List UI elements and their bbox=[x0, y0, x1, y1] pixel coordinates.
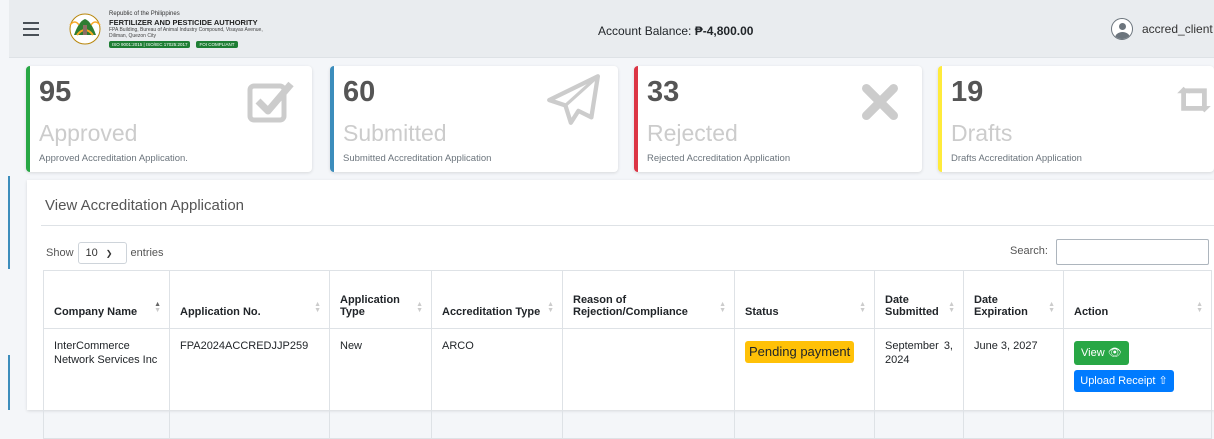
panel-divider bbox=[41, 225, 1214, 226]
chevron-down-icon: ❯ bbox=[105, 248, 113, 258]
col-date-submitted[interactable]: Date Submitted ▲ ▼ bbox=[874, 270, 964, 329]
submitted-label: Submitted bbox=[343, 120, 447, 146]
search-label: Search: bbox=[1010, 245, 1048, 257]
agency-address: FPA Building, Bureau of Animal Industry … bbox=[109, 27, 263, 39]
col-label: Application Type bbox=[340, 294, 400, 318]
col-label: Reason of Rejection/Compliance bbox=[573, 294, 688, 318]
col-date-expiration[interactable]: Date Expiration ▲ ▼ bbox=[963, 270, 1064, 329]
drafts-count: 19 bbox=[951, 76, 984, 108]
cell-status: Pending payment bbox=[734, 328, 875, 439]
eye-icon: 👁 bbox=[1107, 347, 1122, 359]
sort-icon: ▲ ▼ bbox=[1196, 301, 1203, 314]
col-label: Date Expiration bbox=[974, 294, 1028, 318]
upload-icon: ⇧ bbox=[1158, 375, 1168, 387]
account-balance: Account Balance: ₱-4,800.00 bbox=[598, 24, 753, 38]
col-action[interactable]: Action ▲ ▼ bbox=[1063, 270, 1212, 329]
col-label: Application No. bbox=[180, 306, 261, 318]
show-label: Show bbox=[46, 247, 74, 259]
sort-icon: ▲ ▼ bbox=[1048, 301, 1055, 314]
check-square-icon bbox=[247, 81, 294, 123]
rejected-label: Rejected bbox=[647, 120, 738, 146]
sort-icon: ▲ ▼ bbox=[948, 301, 955, 314]
upload-receipt-button[interactable]: Upload Receipt ⇧ bbox=[1074, 370, 1174, 392]
status-badge: Pending payment bbox=[745, 341, 855, 363]
sort-icon: ▲ ▼ bbox=[547, 301, 554, 314]
drafts-desc: Drafts Accreditation Application bbox=[951, 153, 1082, 164]
col-application-no[interactable]: Application No. ▲ ▼ bbox=[169, 270, 330, 329]
table-header-row: Company Name ▲ ▼ Application No. ▲ ▼ Applica… bbox=[43, 270, 1212, 329]
col-label: Accreditation Type bbox=[442, 306, 541, 318]
applications-table: Company Name ▲ ▼ Application No. ▲ ▼ Applica… bbox=[43, 270, 1212, 439]
entries-control: Show 10 ❯ entries bbox=[46, 242, 164, 264]
rejected-desc: Rejected Accreditation Application bbox=[647, 153, 791, 164]
entries-label: entries bbox=[130, 247, 164, 259]
search-input[interactable] bbox=[1056, 239, 1209, 265]
entries-select[interactable]: 10 ❯ bbox=[77, 242, 127, 264]
rejected-count: 33 bbox=[647, 76, 680, 108]
col-label: Status bbox=[745, 306, 779, 318]
submitted-card[interactable]: 60 Submitted Submitted Accreditation App… bbox=[330, 66, 618, 172]
agency-brand: Republic of the Philippines FERTILIZER A… bbox=[109, 11, 269, 48]
menu-icon[interactable] bbox=[23, 22, 39, 36]
view-button[interactable]: View 👁 bbox=[1074, 341, 1129, 365]
rejected-card[interactable]: 33 Rejected Rejected Accreditation Appli… bbox=[634, 66, 922, 172]
approved-card[interactable]: 95 Approved Approved Accreditation Appli… bbox=[26, 66, 312, 172]
cell-app-no: FPA2024ACCREDJJP259 bbox=[169, 328, 330, 439]
approved-count: 95 bbox=[39, 76, 72, 108]
col-label: Company Name bbox=[54, 306, 138, 318]
sort-icon: ▲ ▼ bbox=[859, 301, 866, 314]
col-label: Action bbox=[1074, 306, 1109, 318]
entries-value: 10 bbox=[85, 247, 98, 259]
balance-value: ₱-4,800.00 bbox=[694, 24, 754, 38]
col-status[interactable]: Status ▲ ▼ bbox=[734, 270, 875, 329]
panel-title: View Accreditation Application bbox=[45, 197, 245, 214]
approved-label: Approved bbox=[39, 120, 138, 146]
cell-date-expiration: June 3, 2027 bbox=[963, 328, 1064, 439]
table-row: InterCommerce Network Services Inc FPA20… bbox=[43, 328, 1212, 439]
username[interactable]: accred_client bbox=[1142, 22, 1213, 36]
applications-panel: View Accreditation Application Show 10 ❯… bbox=[27, 180, 1214, 439]
cell-date-submitted: September 3, 2024 bbox=[874, 328, 964, 439]
drafts-card[interactable]: 19 Drafts Drafts Accreditation Applicati… bbox=[938, 66, 1214, 172]
cell-app-type: New bbox=[329, 328, 432, 439]
agency-name: FERTILIZER AND PESTICIDE AUTHORITY bbox=[109, 18, 258, 27]
left-edge bbox=[0, 0, 10, 410]
fpa-logo bbox=[69, 13, 101, 45]
upload-label: Upload Receipt bbox=[1080, 375, 1156, 387]
agency-line1: Republic of the Philippines bbox=[109, 11, 180, 17]
user-menu[interactable]: accred_client bbox=[1111, 18, 1213, 40]
submitted-count: 60 bbox=[343, 76, 376, 108]
top-navbar: Republic of the Philippines FERTILIZER A… bbox=[9, 0, 1214, 58]
drafts-label: Drafts bbox=[951, 120, 1013, 146]
col-label: Date Submitted bbox=[885, 294, 939, 318]
sort-icon: ▲ ▼ bbox=[416, 301, 423, 314]
sort-icon: ▲ ▼ bbox=[314, 301, 321, 314]
view-label: View bbox=[1081, 347, 1105, 359]
cell-company: InterCommerce Network Services Inc bbox=[43, 328, 170, 439]
iso-badge: ISO 9001:2015 | ISO/IEC 17025:2017 bbox=[109, 41, 191, 48]
balance-label: Account Balance: bbox=[598, 24, 692, 38]
paper-plane-icon bbox=[547, 74, 600, 125]
foi-badge: FOI COMPLIANT bbox=[196, 41, 238, 48]
submitted-desc: Submitted Accreditation Application bbox=[343, 153, 492, 164]
col-accreditation-type[interactable]: Accreditation Type ▲ ▼ bbox=[431, 270, 563, 329]
edge-accent bbox=[8, 355, 10, 410]
avatar-icon[interactable] bbox=[1111, 18, 1133, 40]
col-application-type[interactable]: Application Type ▲ ▼ bbox=[329, 270, 432, 329]
cell-accred-type: ARCO bbox=[431, 328, 563, 439]
col-reason[interactable]: Reason of Rejection/Compliance ▲ ▼ bbox=[562, 270, 735, 329]
retweet-icon bbox=[1177, 86, 1211, 113]
cell-reason bbox=[562, 328, 735, 439]
approved-desc: Approved Accreditation Application. bbox=[39, 153, 188, 164]
times-icon bbox=[862, 84, 898, 120]
sort-icon: ▲ ▼ bbox=[154, 301, 161, 314]
cell-action: View 👁 Upload Receipt ⇧ bbox=[1063, 328, 1212, 439]
sort-icon: ▲ ▼ bbox=[719, 301, 726, 314]
edge-accent bbox=[8, 176, 10, 269]
col-company-name[interactable]: Company Name ▲ ▼ bbox=[43, 270, 170, 329]
